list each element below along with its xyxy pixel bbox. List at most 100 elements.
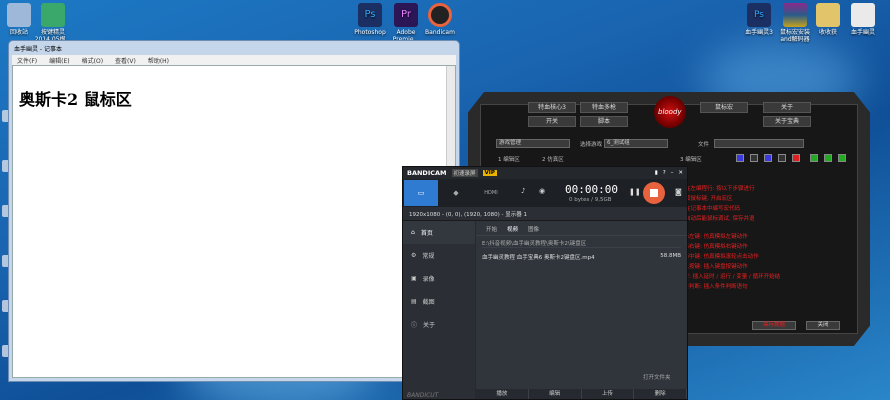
bandicam-icon <box>428 3 452 27</box>
slot-1[interactable]: 1 编辑区 <box>498 155 520 163</box>
tab-image[interactable]: 图像 <box>528 225 539 233</box>
file-field[interactable] <box>714 139 804 148</box>
tab-about[interactable]: 关于 <box>763 102 811 113</box>
camera-icon[interactable]: ◙ <box>675 188 682 196</box>
toolbar-button[interactable] <box>792 154 800 162</box>
instruction-line: 条件判断: 插入条件判断语句 <box>678 284 748 290</box>
menu-view[interactable]: 查看(V) <box>115 56 136 65</box>
toolbar-button[interactable] <box>736 154 744 162</box>
instruction-line: 插入按键: 插入键盘按键动作 <box>678 264 748 270</box>
stop-icon <box>650 189 658 197</box>
bandicut-brand[interactable]: BANDICUT <box>407 392 438 399</box>
instruction-line: 鼠标右键: 仿真模拟右键动作 <box>678 244 748 250</box>
close-button[interactable]: 关闭 <box>806 321 840 330</box>
menu-file[interactable]: 文件(F) <box>17 56 37 65</box>
tab-start[interactable]: 开始 <box>486 225 497 233</box>
nav-home[interactable]: ⌂ 首页 <box>403 221 475 244</box>
notepad-title: 血手幽灵 - 记事本 <box>14 46 62 53</box>
file-size: 58.8MB <box>660 253 681 259</box>
notepad-text-area[interactable]: 奥斯卡2 鼠标区 <box>12 65 456 378</box>
photoshop-icon: Ps <box>358 3 382 27</box>
document-icon <box>851 3 875 27</box>
toolbar-button[interactable] <box>838 154 846 162</box>
tab-core[interactable]: 特血核心3 <box>528 102 576 113</box>
notepad-content: 奥斯卡2 鼠标区 <box>19 90 132 109</box>
file-row[interactable]: 血手幽灵教程 血手宝典6 奥斯卡2键盘区.mp4 58.8MB <box>476 248 687 266</box>
edit-button[interactable]: 编辑 <box>529 389 582 399</box>
instruction-line: 延时: 插入延时 / 运行 / 变量 / 循环开始结 <box>678 274 781 280</box>
bandicam-footer: 播放 编辑 上传 删除 <box>476 389 687 399</box>
instruction-line: 4. 启动后能鼠标调试, 保存并退 <box>678 216 755 222</box>
hdmi-mode-button[interactable]: HDMI <box>474 180 508 206</box>
play-button[interactable]: 播放 <box>476 389 529 399</box>
resolution-bar[interactable]: 1920x1080 - (0, 0), (1920, 1080) - 显示器 1 <box>403 207 687 221</box>
instruction-line: 1. 在左编程行: 按以下步骤进行 <box>678 186 755 192</box>
instruction-line: 鼠标左键: 仿真模拟左键动作 <box>678 234 748 240</box>
folder-path: E:\抖音视频\血手幽灵教程\奥斯卡2\键盘区 <box>482 236 681 248</box>
file-name: 血手幽灵教程 血手宝典6 奥斯卡2键盘区.mp4 <box>482 255 595 261</box>
close-icon[interactable]: ✕ <box>678 170 683 176</box>
sub-tabs: 开始 视频 图像 <box>476 221 687 236</box>
slot-2[interactable]: 2 仿真区 <box>542 155 564 163</box>
bandicam-window[interactable]: BANDICAM 初速录屏 VIP ▮ ? – ✕ ▭ ◆ HDMI ♪ ◉ 0… <box>402 166 688 400</box>
webcam-icon[interactable]: ◉ <box>539 187 545 195</box>
toolbar-button[interactable] <box>764 154 772 162</box>
notepad-window[interactable]: 血手幽灵 - 记事本 文件(F) 编辑(E) 格式(O) 查看(V) 帮助(H)… <box>8 40 460 382</box>
image-icon: ▤ <box>411 298 417 305</box>
vip-badge[interactable]: VIP <box>482 170 497 176</box>
screen-mode-button[interactable]: ▭ <box>404 180 438 206</box>
desktop-icon-bandicam[interactable]: Bandicam <box>415 3 465 36</box>
tab-switch[interactable]: 开关 <box>528 116 576 127</box>
nav-general[interactable]: ⚙ 常规 <box>403 244 475 267</box>
tab-guide[interactable]: 关于宝典 <box>763 116 811 127</box>
bloody-logo: bloody <box>654 96 686 128</box>
video-icon: ▣ <box>411 275 417 282</box>
tab-video[interactable]: 视频 <box>507 225 518 233</box>
notepad-menu: 文件(F) 编辑(E) 格式(O) 查看(V) 帮助(H) <box>12 55 456 65</box>
bandicam-toolbar: ▭ ◆ HDMI ♪ ◉ 00:00:00 0 bytes / 9,5GB ❚❚… <box>403 179 687 207</box>
speaker-icon[interactable]: ♪ <box>521 187 525 195</box>
menu-edit[interactable]: 编辑(E) <box>49 56 69 65</box>
folder-icon[interactable]: ▮ <box>655 170 658 176</box>
folder-icon <box>816 3 840 27</box>
record-size: 0 bytes / 9,5GB <box>569 197 612 203</box>
pause-icon[interactable]: ❚❚ <box>629 188 641 196</box>
upload-button[interactable]: 上传 <box>582 389 635 399</box>
save-data-button[interactable]: 保存数据 <box>752 321 796 330</box>
help-icon[interactable]: ? <box>663 170 666 176</box>
file-label: 文件 <box>698 142 710 148</box>
record-stop-button[interactable] <box>643 182 665 204</box>
photoshop-file-icon: Ps <box>747 3 771 27</box>
menu-format[interactable]: 格式(O) <box>82 56 103 65</box>
minimize-icon[interactable]: – <box>671 170 674 176</box>
record-timer: 00:00:00 <box>565 183 618 196</box>
game-manage-select[interactable]: 游戏管理 <box>496 139 570 148</box>
bandicam-badge: 初速录屏 <box>451 169 478 177</box>
tab-script[interactable]: 脚本 <box>580 116 628 127</box>
select-game-label: 选择游戏 <box>580 142 603 148</box>
game-mode-button[interactable]: ◆ <box>439 180 473 206</box>
select-game-dropdown[interactable]: 6_测试组 <box>604 139 668 148</box>
slot-3[interactable]: 3 编辑区 <box>680 155 702 163</box>
nav-image[interactable]: ▤ 截图 <box>403 290 475 313</box>
gear-icon: ⚙ <box>411 252 417 259</box>
toolbar-button[interactable] <box>810 154 818 162</box>
delete-button[interactable]: 删除 <box>634 389 687 399</box>
tab-macro[interactable]: 鼠标宏 <box>700 102 748 113</box>
open-folder-button[interactable]: 打开文件夹 <box>643 373 671 381</box>
monitor-icon: ▭ <box>417 189 425 197</box>
home-icon: ⌂ <box>411 229 415 236</box>
toolbar-button[interactable] <box>750 154 758 162</box>
menu-help[interactable]: 帮助(H) <box>148 56 169 65</box>
bandicam-titlebar: BANDICAM 初速录屏 VIP ▮ ? – ✕ <box>403 167 687 179</box>
bandicam-logo: BANDICAM <box>407 169 447 177</box>
gamepad-icon: ◆ <box>453 189 459 197</box>
desktop-icon-document[interactable]: 血手幽灵 <box>838 3 888 36</box>
keyboard-sprite-icon <box>41 3 65 27</box>
toolbar-button[interactable] <box>824 154 832 162</box>
nav-about[interactable]: ⓘ 关于 <box>403 313 475 336</box>
nav-video[interactable]: ▣ 录像 <box>403 267 475 290</box>
tab-multi[interactable]: 特血多枪 <box>580 102 628 113</box>
toolbar-button[interactable] <box>778 154 786 162</box>
desktop-icon-keyboard-sprite[interactable]: 按键精灵 2014.05根... <box>28 3 78 43</box>
